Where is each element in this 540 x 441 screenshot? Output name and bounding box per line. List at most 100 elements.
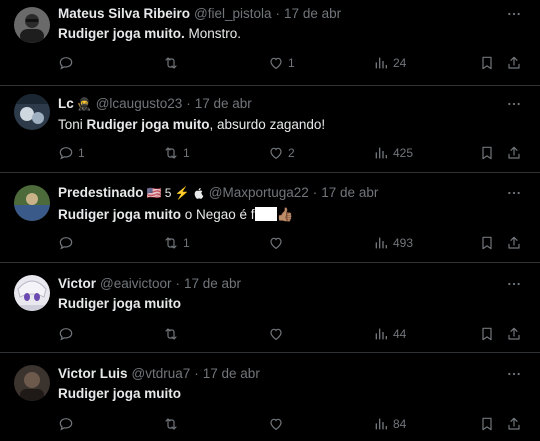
tweet-item[interactable]: Mateus Silva Ribeiro @fiel_pistola · 17 … <box>0 0 540 86</box>
avatar[interactable] <box>14 365 50 401</box>
views-button[interactable]: 44 <box>373 324 406 344</box>
tweet-text-pre: Toni <box>58 117 87 132</box>
views-button[interactable]: 493 <box>373 233 413 253</box>
author-name[interactable]: Victor Luis <box>58 364 128 384</box>
censor-block <box>254 207 277 221</box>
like-button[interactable]: 1 <box>268 53 295 73</box>
share-button[interactable] <box>506 143 522 163</box>
bookmark-icon <box>479 326 495 342</box>
bookmark-button[interactable] <box>479 233 495 253</box>
tweet-text-bold: Rudiger joga muito <box>58 207 181 222</box>
tweet-text: Toni Rudiger joga muito, absurdo zagando… <box>58 116 520 134</box>
tweet-date[interactable]: 17 de abr <box>184 274 241 294</box>
views-icon <box>373 145 389 161</box>
retweet-icon <box>163 145 179 161</box>
tweet-text-rest: o Negao é f <box>181 207 255 222</box>
separator: · <box>275 6 281 21</box>
thumbs-up-emoji: 👍🏽 <box>276 207 294 222</box>
reply-button[interactable]: 1 <box>58 143 85 163</box>
retweet-icon <box>163 235 179 251</box>
bookmark-icon <box>479 416 495 432</box>
tweet-text: Rudiger joga muito. Monstro. <box>58 25 520 43</box>
views-button[interactable]: 24 <box>373 53 406 73</box>
bookmark-icon <box>479 145 495 161</box>
reply-button[interactable] <box>58 53 78 73</box>
more-icon[interactable] <box>506 6 522 22</box>
more-icon[interactable] <box>506 96 522 112</box>
tweet-header: Mateus Silva Ribeiro @fiel_pistola · 17 … <box>58 4 500 24</box>
tweet-date[interactable]: 17 de abr <box>284 4 341 24</box>
avatar[interactable] <box>14 185 50 221</box>
more-icon[interactable] <box>506 276 522 292</box>
reply-icon <box>58 235 74 251</box>
views-button[interactable]: 425 <box>373 143 413 163</box>
share-button[interactable] <box>506 233 522 253</box>
reply-icon <box>58 145 74 161</box>
avatar[interactable] <box>14 7 50 43</box>
like-button[interactable] <box>268 233 288 253</box>
tweet-actions: 84 <box>0 414 540 434</box>
heart-icon <box>268 55 284 71</box>
reply-icon <box>58 416 74 432</box>
tweet-item[interactable]: Victor @eaivictoor · 17 de abr Rudiger j… <box>0 263 540 353</box>
more-icon[interactable] <box>506 185 522 201</box>
tweet-item[interactable]: Lc 🥷 @lcaugusto23 · 17 de abr Toni Rudig… <box>0 86 540 173</box>
bookmark-button[interactable] <box>479 53 495 73</box>
author-handle[interactable]: @Maxportuga22 <box>209 183 309 203</box>
retweet-button[interactable] <box>163 324 179 344</box>
tweet-header: Lc 🥷 @lcaugusto23 · 17 de abr <box>58 94 500 114</box>
tweet-text-bold: Rudiger joga muito. <box>58 26 185 41</box>
retweet-button[interactable]: 1 <box>163 143 190 163</box>
retweet-button[interactable] <box>163 414 179 434</box>
like-button[interactable] <box>268 414 284 434</box>
views-count: 493 <box>393 236 414 250</box>
bookmark-button[interactable] <box>479 143 495 163</box>
author-name[interactable]: Predestinado <box>58 183 144 203</box>
author-name[interactable]: Victor <box>58 274 96 294</box>
tweet-date[interactable]: 17 de abr <box>195 94 252 114</box>
more-icon[interactable] <box>506 366 522 382</box>
author-handle[interactable]: @lcaugusto23 <box>96 94 183 114</box>
like-button[interactable] <box>268 324 284 344</box>
tweet-header: Victor @eaivictoor · 17 de abr <box>58 274 500 294</box>
views-button[interactable]: 84 <box>373 414 406 434</box>
share-button[interactable] <box>506 53 522 73</box>
tweet-header: Victor Luis @vtdrua7 · 17 de abr <box>58 364 500 384</box>
author-name[interactable]: Mateus Silva Ribeiro <box>58 4 190 24</box>
tweet-date[interactable]: 17 de abr <box>321 183 378 203</box>
like-count: 1 <box>288 56 295 70</box>
tweet-item[interactable]: Predestinado 🇺🇸 5 ⚡ @Maxportuga22 · 17 d… <box>0 173 540 263</box>
views-count: 84 <box>393 417 407 431</box>
tweet-item[interactable]: Victor Luis @vtdrua7 · 17 de abr Rudiger… <box>0 353 540 441</box>
retweet-button[interactable] <box>163 53 183 73</box>
reply-icon <box>58 326 74 342</box>
tweet-header: Predestinado 🇺🇸 5 ⚡ @Maxportuga22 · 17 d… <box>58 183 500 203</box>
author-handle[interactable]: @eaivictoor <box>100 274 171 294</box>
share-button[interactable] <box>506 414 522 434</box>
tweet-text: Rudiger joga muito <box>58 385 520 403</box>
ninja-badge: 🥷 <box>76 97 92 111</box>
apple-icon <box>193 187 205 199</box>
views-count: 425 <box>393 146 414 160</box>
retweet-button[interactable]: 1 <box>163 233 190 253</box>
separator: · <box>312 185 318 200</box>
tweet-text-bold: Rudiger joga muito <box>58 296 181 311</box>
avatar[interactable] <box>14 94 50 130</box>
reply-button[interactable] <box>58 414 74 434</box>
author-handle[interactable]: @vtdrua7 <box>132 364 191 384</box>
avatar[interactable] <box>14 275 50 311</box>
reply-button[interactable] <box>58 233 78 253</box>
author-handle[interactable]: @fiel_pistola <box>194 4 272 24</box>
retweet-count: 1 <box>183 146 190 160</box>
bookmark-button[interactable] <box>479 414 495 434</box>
bookmark-button[interactable] <box>479 324 495 344</box>
share-button[interactable] <box>506 324 522 344</box>
retweet-count: 1 <box>183 236 190 250</box>
reply-button[interactable] <box>58 324 74 344</box>
author-name[interactable]: Lc <box>58 94 74 114</box>
share-icon <box>506 235 522 251</box>
tweet-date[interactable]: 17 de abr <box>203 364 260 384</box>
like-button[interactable]: 2 <box>268 143 295 163</box>
heart-icon <box>268 326 284 342</box>
views-count: 44 <box>393 327 407 341</box>
